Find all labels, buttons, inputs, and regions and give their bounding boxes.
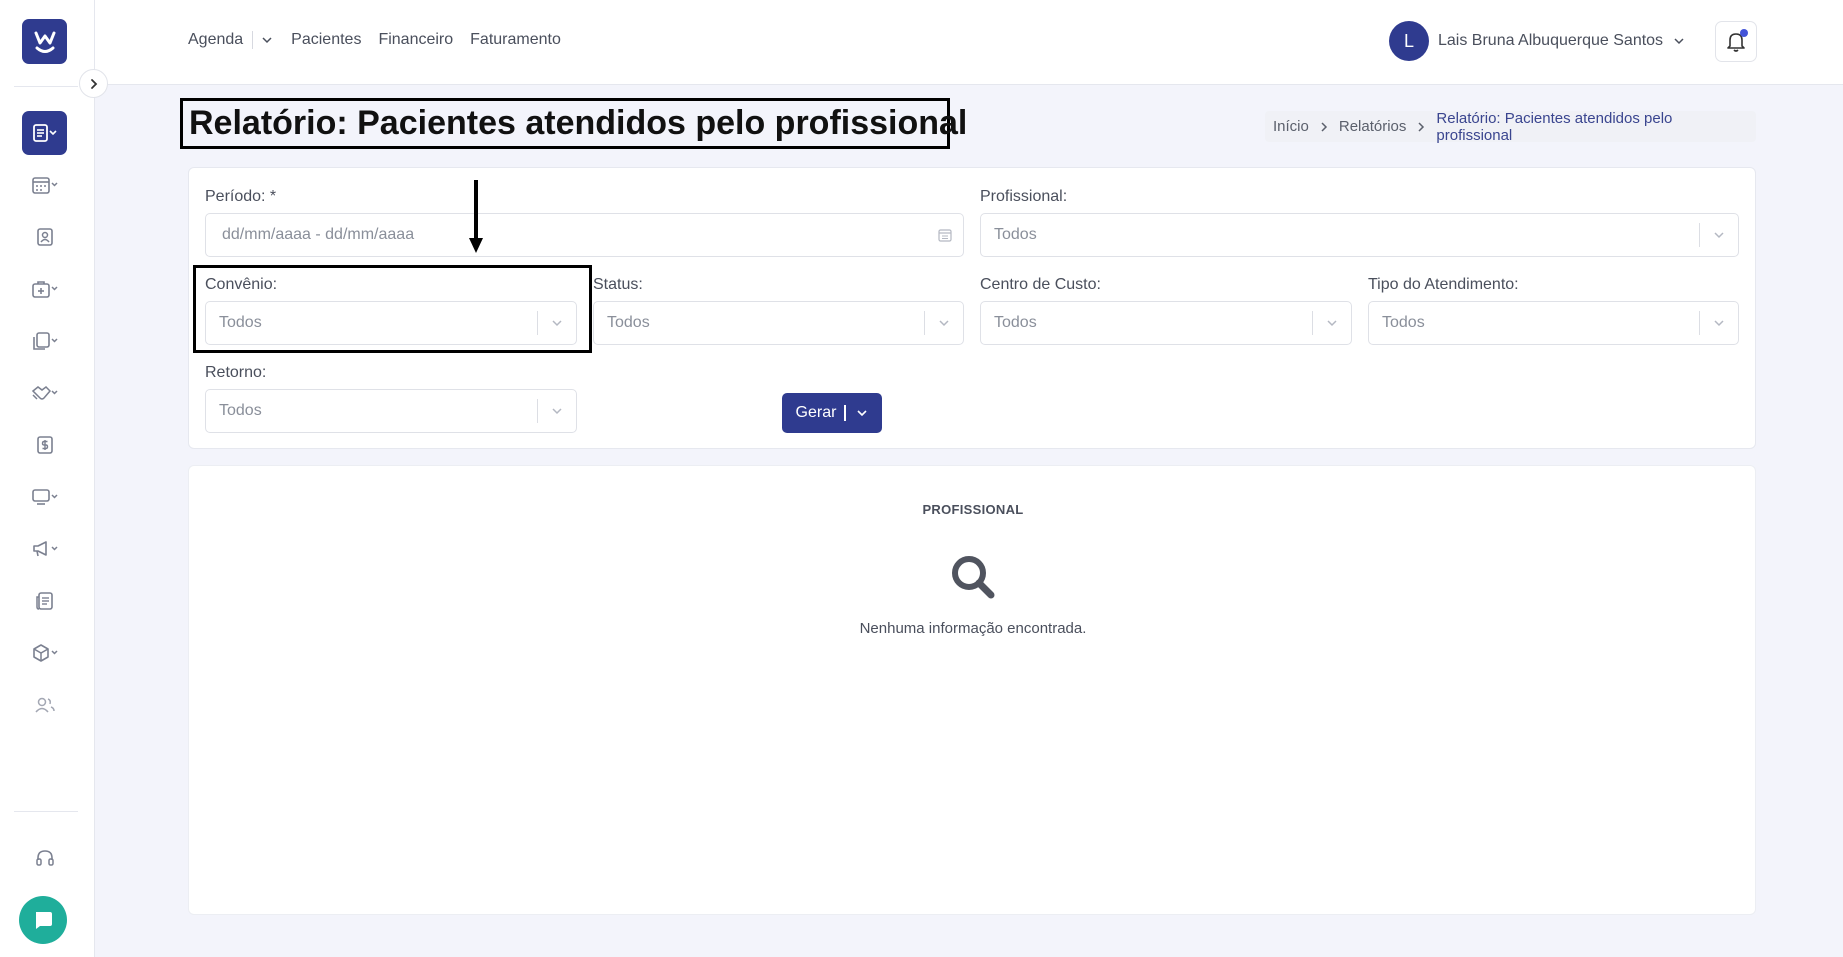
nav-agenda-dropdown[interactable] <box>261 34 273 46</box>
tipo-atendimento-value: Todos <box>1382 314 1425 331</box>
chevron-right-icon <box>90 78 97 89</box>
breadcrumb: Início Relatórios Relatório: Pacientes a… <box>1265 109 1756 144</box>
sidebar-collapse-button[interactable] <box>79 69 108 98</box>
report-icon <box>32 124 57 142</box>
dollar-icon <box>36 436 53 454</box>
notifications-button[interactable] <box>1715 21 1757 62</box>
medical-kit-icon <box>31 281 58 298</box>
nav-financeiro[interactable]: Financeiro <box>378 31 453 49</box>
users-icon <box>34 697 55 713</box>
user-menu[interactable]: L Lais Bruna Albuquerque Santos <box>1389 21 1685 61</box>
chevron-down-icon <box>538 404 576 418</box>
sidebar <box>0 0 95 957</box>
search-icon <box>952 556 995 599</box>
chevron-down-icon <box>925 316 963 330</box>
page-title: Relatório: Pacientes atendidos pelo prof… <box>189 104 968 142</box>
chevron-right-icon <box>1416 121 1426 132</box>
sidebar-item-agreements[interactable] <box>22 373 67 413</box>
sidebar-item-calendar[interactable] <box>22 165 67 205</box>
chevron-down-icon <box>1313 316 1351 330</box>
periodo-placeholder: dd/mm/aaaa - dd/mm/aaaa <box>222 226 415 243</box>
status-value: Todos <box>607 314 650 331</box>
status-label: Status: <box>593 276 643 293</box>
documents-icon <box>32 332 58 350</box>
convenio-label: Convênio: <box>205 276 278 293</box>
calendar-icon <box>31 177 58 194</box>
retorno-label: Retorno: <box>205 364 267 381</box>
sidebar-item-finance[interactable] <box>22 425 67 465</box>
app-logo[interactable] <box>22 19 67 64</box>
convenio-select[interactable]: Todos <box>205 301 577 345</box>
handshake-icon <box>31 386 58 400</box>
user-name: Lais Bruna Albuquerque Santos <box>1438 32 1664 49</box>
chevron-down-icon <box>1700 228 1738 242</box>
breadcrumb-current: Relatório: Pacientes atendidos pelo prof… <box>1436 109 1673 144</box>
top-navbar: Agenda Pacientes Financeiro Faturamento … <box>95 0 1843 85</box>
sidebar-divider-top <box>14 86 78 87</box>
breadcrumb-inicio[interactable]: Início <box>1273 118 1309 135</box>
empty-state-message: Nenhuma informação encontrada. <box>859 620 1087 637</box>
sidebar-item-marketing[interactable] <box>22 529 67 569</box>
status-select[interactable]: Todos <box>593 301 964 345</box>
page-title-highlight: Relatório: Pacientes atendidos pelo prof… <box>180 98 967 149</box>
headset-icon <box>35 850 54 866</box>
sidebar-item-medical[interactable] <box>22 269 67 309</box>
gerar-label: Gerar <box>795 404 837 421</box>
avatar: L <box>1389 21 1429 61</box>
chat-icon <box>36 912 52 929</box>
notification-dot <box>1740 29 1748 37</box>
filters-card: Período: * dd/mm/aaaa - dd/mm/aaaa Profi… <box>188 167 1756 449</box>
retorno-select[interactable]: Todos <box>205 389 577 433</box>
centro-custo-select[interactable]: Todos <box>980 301 1352 345</box>
chevron-down-icon <box>262 37 272 44</box>
sidebar-item-monitor[interactable] <box>22 477 67 517</box>
monitor-icon <box>31 489 58 505</box>
sidebar-item-support[interactable] <box>22 838 67 878</box>
centro-custo-value: Todos <box>994 314 1037 331</box>
convenio-value: Todos <box>219 314 262 331</box>
button-separator <box>844 405 847 421</box>
calendar-icon <box>938 229 952 242</box>
sidebar-item-reports[interactable] <box>22 111 67 155</box>
results-card: PROFISSIONAL Nenhuma informação encontra… <box>188 465 1756 915</box>
sidebar-item-patients[interactable] <box>22 217 67 257</box>
sidebar-item-inventory[interactable] <box>22 633 67 673</box>
arrow-down-annotation <box>469 180 483 253</box>
tipo-atendimento-select[interactable]: Todos <box>1368 301 1739 345</box>
nav-agenda[interactable]: Agenda <box>188 31 243 49</box>
chevron-down-icon <box>1674 38 1684 45</box>
retorno-value: Todos <box>219 402 262 419</box>
chat-widget-button[interactable] <box>19 896 67 944</box>
main-nav: Agenda Pacientes Financeiro Faturamento <box>188 31 578 49</box>
sidebar-item-users[interactable] <box>22 685 67 725</box>
megaphone-icon <box>32 541 58 557</box>
logo-icon <box>34 31 55 53</box>
gerar-button[interactable]: Gerar <box>782 393 882 433</box>
centro-custo-label: Centro de Custo: <box>980 276 1101 293</box>
breadcrumb-relatorios[interactable]: Relatórios <box>1339 118 1407 135</box>
newspaper-icon <box>35 592 53 610</box>
patient-card-icon <box>36 228 53 246</box>
tipo-atendimento-label: Tipo do Atendimento: <box>1368 276 1519 293</box>
chevron-down-icon <box>1700 316 1738 330</box>
box-icon <box>32 644 58 662</box>
nav-faturamento[interactable]: Faturamento <box>470 31 561 49</box>
periodo-input[interactable]: dd/mm/aaaa - dd/mm/aaaa <box>205 213 964 257</box>
chevron-right-icon <box>1319 121 1329 132</box>
results-column-header: PROFISSIONAL <box>922 502 1024 517</box>
nav-separator <box>252 31 254 49</box>
chevron-down-icon <box>538 316 576 330</box>
chevron-down-icon <box>857 410 868 417</box>
sidebar-item-news[interactable] <box>22 581 67 621</box>
periodo-label: Período: * <box>205 188 277 205</box>
profissional-label: Profissional: <box>980 188 1068 205</box>
sidebar-divider-bottom <box>14 811 78 812</box>
profissional-select[interactable]: Todos <box>980 213 1739 257</box>
nav-pacientes[interactable]: Pacientes <box>291 31 361 49</box>
sidebar-item-documents[interactable] <box>22 321 67 361</box>
profissional-value: Todos <box>994 226 1037 243</box>
